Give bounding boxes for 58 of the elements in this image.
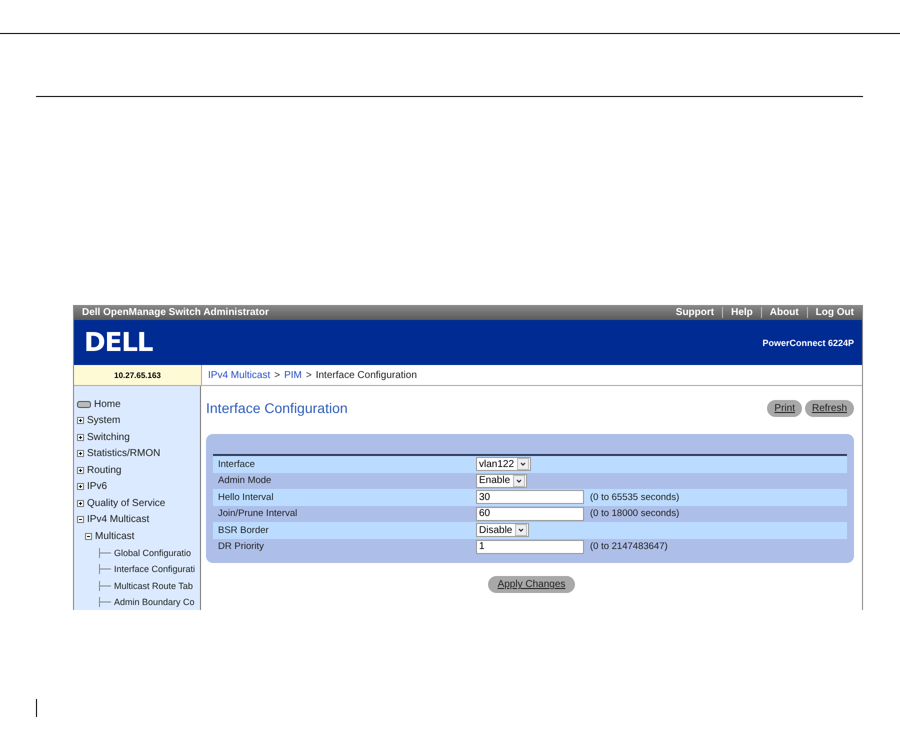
header-link[interactable]: Help: [722, 307, 761, 318]
breadcrumb-link[interactable]: IPv4 Multicast: [208, 370, 270, 380]
toolbar-button[interactable]: Print: [767, 400, 802, 417]
expand-icon[interactable]: [77, 466, 84, 474]
nav-item[interactable]: Global Configuratio: [114, 548, 192, 558]
drive-icon: [77, 400, 91, 408]
range-hint: (0 to 65535 seconds): [590, 492, 680, 503]
header-link[interactable]: About: [760, 307, 807, 318]
expand-icon[interactable]: [77, 417, 84, 424]
logo: DELL: [84, 328, 152, 358]
product-name: PowerConnect 6224P: [762, 338, 854, 348]
apply-button[interactable]: Apply Changes: [488, 576, 576, 593]
dropdown[interactable]: vlan122: [476, 457, 532, 472]
toolbar-button[interactable]: Refresh: [804, 400, 854, 417]
tree-line: [99, 564, 111, 574]
breadcrumb-separator: >: [306, 370, 312, 380]
collapse-icon[interactable]: [85, 532, 92, 540]
field-label: Interface: [218, 458, 256, 470]
nav-item[interactable]: Home: [94, 398, 121, 410]
field-label: DR Priority: [218, 541, 265, 552]
ip-address: 10.27.65.163: [74, 365, 202, 385]
tree-line: [99, 597, 111, 608]
input-field[interactable]: 60: [476, 506, 584, 521]
nav-item[interactable]: Quality of Service: [87, 498, 166, 509]
expand-icon[interactable]: [77, 500, 84, 507]
breadcrumb-separator: >: [274, 370, 280, 380]
expand-icon[interactable]: [77, 450, 84, 458]
nav-item[interactable]: Multicast Route Tab: [114, 580, 193, 591]
input-field[interactable]: 30: [476, 490, 584, 504]
collapse-icon[interactable]: [77, 516, 84, 524]
breadcrumb-link[interactable]: Interface Configuration: [316, 370, 417, 380]
nav-item[interactable]: Multicast: [95, 530, 134, 542]
range-hint: (0 to 2147483647): [590, 541, 668, 552]
app-title: Dell OpenManage Switch Administrator: [82, 307, 270, 318]
field-label: Admin Mode: [218, 475, 272, 486]
header-link[interactable]: Support: [668, 307, 722, 318]
dropdown[interactable]: Disable: [476, 523, 530, 538]
nav-item[interactable]: IPv4 Multicast: [87, 514, 150, 526]
breadcrumb-link[interactable]: PIM: [284, 370, 302, 380]
field-label: Hello Interval: [218, 492, 274, 503]
dropdown[interactable]: Enable: [476, 474, 528, 488]
expand-icon[interactable]: [77, 434, 84, 441]
nav-item[interactable]: Statistics/RMON: [87, 448, 160, 460]
page-title: Interface Configuration: [206, 400, 348, 416]
nav-item[interactable]: Interface Configurati: [114, 564, 196, 574]
nav-item[interactable]: Switching: [87, 432, 130, 443]
nav-item[interactable]: IPv6: [87, 481, 108, 492]
nav-item[interactable]: Admin Boundary Co: [114, 597, 195, 608]
tree-line: [99, 548, 111, 558]
header-link[interactable]: Log Out: [806, 307, 862, 318]
input-field[interactable]: 1: [476, 540, 584, 554]
expand-icon[interactable]: [77, 483, 84, 490]
field-label: Join/Prune Interval: [218, 508, 298, 520]
range-hint: (0 to 18000 seconds): [590, 508, 680, 520]
nav-item[interactable]: System: [87, 415, 120, 426]
tree-line: [99, 580, 111, 591]
field-label: BSR Border: [218, 524, 270, 536]
nav-item[interactable]: Routing: [87, 464, 122, 476]
